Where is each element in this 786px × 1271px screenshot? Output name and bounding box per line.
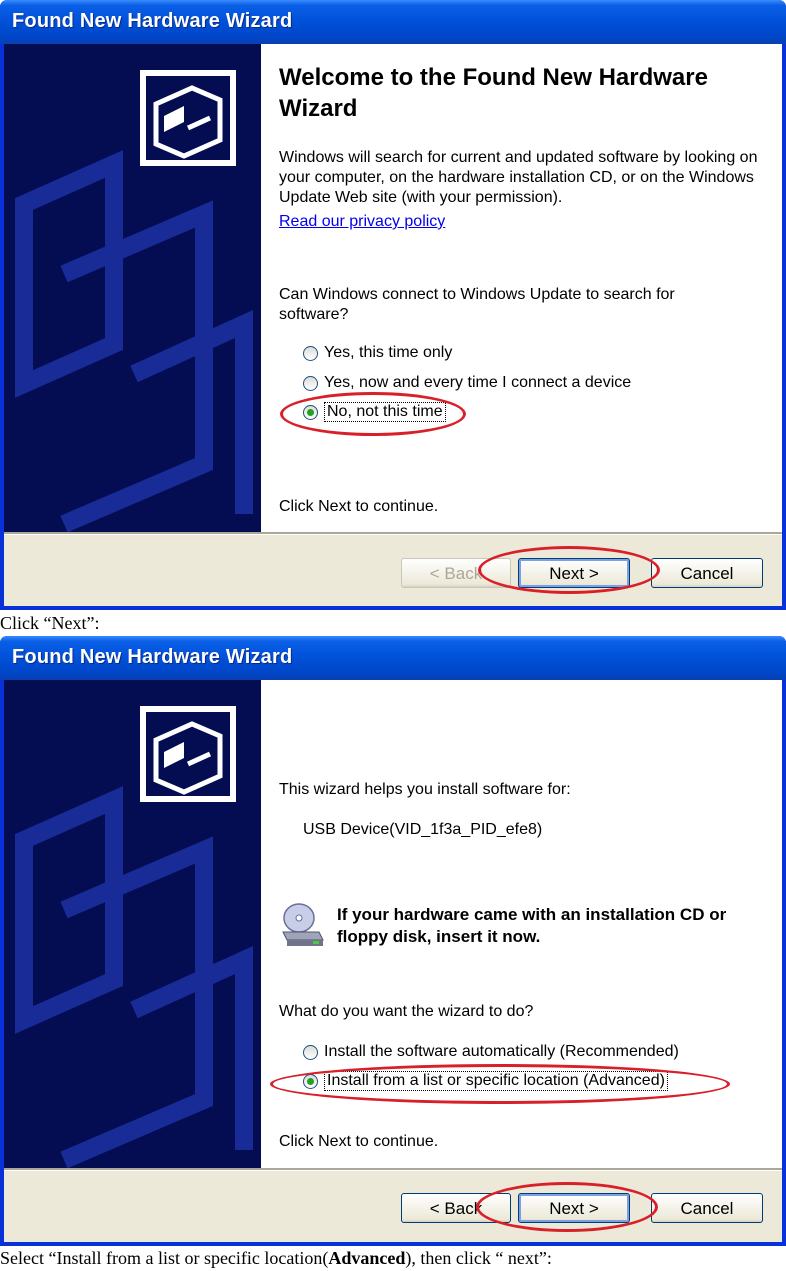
cd-message: If your hardware came with an installati… [337, 905, 727, 946]
wizard-content: Welcome to the Found New Hardware Wizard… [261, 44, 782, 532]
wizard-heading: Welcome to the Found New Hardware Wizard [279, 64, 708, 122]
hardware-wizard-icon [140, 706, 236, 802]
footer-text: Click Next to continue. [279, 1133, 439, 1150]
annotation-circle [476, 1182, 658, 1232]
window-client: Welcome to the Found New Hardware Wizard… [4, 44, 782, 606]
option-label: Yes, now and every time I connect a devi… [324, 374, 632, 391]
option-yes-this-time[interactable]: Yes, this time only [303, 342, 452, 364]
separator [4, 532, 782, 535]
caption-bold: Advanced [328, 1248, 406, 1268]
annotation-circle [478, 546, 660, 594]
cancel-button[interactable]: Cancel [651, 1193, 763, 1223]
hardware-wizard-icon [140, 70, 236, 166]
window-title: Found New Hardware Wizard [12, 10, 293, 32]
wizard-sidebar [4, 680, 261, 1168]
option-yes-every-time[interactable]: Yes, now and every time I connect a devi… [303, 372, 631, 394]
question-text: What do you want the wizard to do? [279, 1003, 534, 1020]
title-bar[interactable]: Found New Hardware Wizard [0, 0, 786, 44]
separator [4, 1168, 782, 1171]
annotation-circle [270, 1064, 730, 1104]
footer-text: Click Next to continue. [279, 498, 439, 515]
wizard-window-1: Found New Hardware Wizard Welcome to the… [0, 0, 786, 610]
option-install-automatically[interactable]: Install the software automatically (Reco… [303, 1041, 679, 1063]
privacy-policy-link[interactable]: Read our privacy policy [279, 212, 445, 232]
device-name: USB Device(VID_1f3a_PID_efe8) [303, 821, 543, 838]
window-client: This wizard helps you install software f… [4, 680, 782, 1242]
question-text: Can Windows connect to Windows Update to… [279, 286, 675, 323]
annotation-circle [280, 392, 466, 436]
window-title: Found New Hardware Wizard [12, 646, 293, 668]
cancel-button[interactable]: Cancel [651, 558, 763, 588]
option-label: Yes, this time only [324, 344, 453, 361]
caption-text: Select “Install from a list or specific … [0, 1248, 329, 1268]
radio-button[interactable] [303, 1044, 318, 1060]
caption-2: Select “Install from a list or specific … [0, 1248, 552, 1269]
title-bar[interactable]: Found New Hardware Wizard [0, 636, 786, 680]
option-label: Install the software automatically (Reco… [324, 1043, 679, 1060]
caption-1: Click “Next”: [0, 613, 100, 633]
caption-text: ), then click “ next”: [405, 1248, 552, 1268]
wizard-window-2: Found New Hardware Wizard This wizard he… [0, 636, 786, 1246]
intro-text: This wizard helps you install software f… [279, 781, 571, 798]
radio-button[interactable] [303, 375, 318, 391]
intro-text: Windows will search for current and upda… [279, 149, 758, 206]
radio-button[interactable] [303, 345, 318, 361]
wizard-sidebar [4, 44, 261, 532]
cd-drive-icon [279, 902, 327, 950]
